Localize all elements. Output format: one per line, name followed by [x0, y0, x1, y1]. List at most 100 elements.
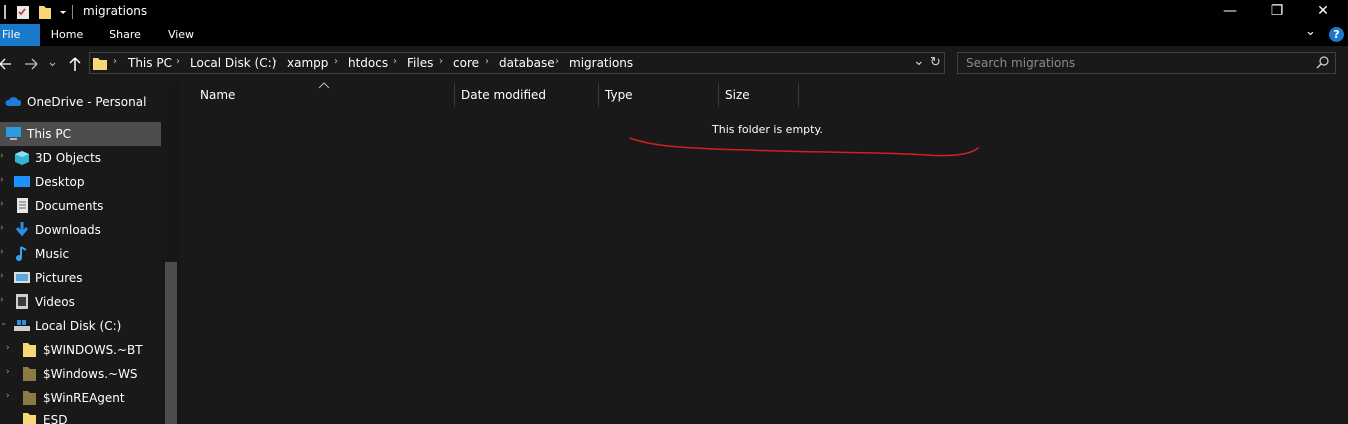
drive-icon: [14, 320, 30, 331]
sidebar-item-label: Downloads: [35, 223, 101, 237]
video-icon: [16, 294, 28, 309]
quick-access-toolbar: [4, 5, 73, 19]
column-divider[interactable]: [798, 83, 799, 107]
chevron-right-icon[interactable]: ›: [6, 367, 10, 377]
breadcrumb-htdocs[interactable]: htdocs: [348, 56, 388, 70]
chevron-down-icon[interactable]: [60, 11, 66, 14]
chevron-right-icon[interactable]: ›: [0, 271, 4, 281]
breadcrumb-database[interactable]: database: [499, 56, 555, 70]
sidebar-item-local-disk[interactable]: › Local Disk (C:): [0, 314, 161, 338]
nav-buttons: [0, 57, 81, 71]
back-arrow-icon[interactable]: [0, 58, 11, 70]
sidebar-item-windows-ws[interactable]: › $Windows.~WS: [0, 362, 161, 386]
up-arrow-icon[interactable]: [69, 57, 81, 71]
sidebar-item-label: $WinREAgent: [43, 391, 125, 405]
chevron-right-icon[interactable]: ›: [0, 199, 4, 209]
breadcrumb-xampp[interactable]: xampp: [287, 56, 328, 70]
sidebar-item-label: Documents: [35, 199, 104, 213]
sidebar-item-pictures[interactable]: › Pictures: [0, 266, 161, 290]
column-header-size[interactable]: Size: [725, 88, 750, 107]
tab-share[interactable]: Share: [104, 24, 146, 46]
tab-home[interactable]: Home: [47, 24, 87, 46]
chevron-right-icon[interactable]: ›: [0, 223, 4, 233]
minimize-button[interactable]: —: [1207, 0, 1253, 24]
tab-view[interactable]: View: [162, 24, 200, 46]
sidebar-item-label: Pictures: [35, 271, 83, 285]
chevron-right-icon[interactable]: ›: [439, 56, 443, 67]
expand-ribbon-icon[interactable]: ⌄: [1305, 25, 1321, 42]
chevron-right-icon[interactable]: ›: [485, 56, 489, 67]
window-title: migrations: [83, 4, 148, 18]
new-folder-icon[interactable]: [39, 6, 51, 19]
column-header-name[interactable]: Name: [200, 88, 235, 107]
sidebar-item-videos[interactable]: › Videos: [0, 290, 161, 314]
separator: [4, 5, 6, 19]
sidebar-item-documents[interactable]: › Documents: [0, 194, 161, 218]
scrollbar-thumb[interactable]: [165, 262, 177, 424]
folder-icon: [23, 343, 36, 357]
sidebar-item-label: 3D Objects: [35, 151, 102, 165]
chevron-right-icon[interactable]: ›: [0, 175, 4, 185]
close-button[interactable]: ✕: [1300, 0, 1346, 24]
column-divider[interactable]: [598, 83, 599, 107]
folder-icon: [23, 413, 36, 424]
chevron-down-icon[interactable]: ›: [0, 322, 8, 326]
refresh-icon[interactable]: ↻: [930, 55, 941, 70]
folder-icon: [23, 367, 36, 381]
cloud-icon: [5, 97, 21, 106]
picture-icon: [14, 272, 30, 283]
download-icon: [15, 222, 29, 237]
column-divider[interactable]: [718, 83, 719, 107]
sidebar-item-label: $WINDOWS.~BT: [43, 343, 143, 357]
sidebar-item-label: Local Disk (C:): [35, 319, 122, 333]
recent-locations-icon[interactable]: [49, 62, 56, 67]
search-icon[interactable]: [1316, 56, 1330, 70]
properties-icon[interactable]: [17, 6, 29, 19]
chevron-right-icon[interactable]: ›: [113, 56, 117, 67]
sidebar-item-label: Videos: [35, 295, 75, 309]
forward-arrow-icon[interactable]: [25, 58, 38, 70]
sidebar-item-3d-objects[interactable]: › 3D Objects: [0, 146, 161, 170]
sort-up-icon: [318, 82, 330, 89]
separator: [72, 5, 73, 19]
breadcrumb-this-pc[interactable]: This PC: [128, 56, 172, 70]
ribbon-bar: [0, 24, 1348, 46]
sidebar-item-onedrive[interactable]: OneDrive - Personal: [0, 90, 161, 114]
chevron-right-icon[interactable]: ›: [0, 151, 4, 161]
sidebar-item-label: This PC: [27, 127, 71, 141]
maximize-button[interactable]: ❐: [1254, 0, 1300, 24]
sidebar-item-windows-bt[interactable]: › $WINDOWS.~BT: [0, 338, 161, 362]
document-icon: [17, 198, 28, 213]
sidebar-item-esd[interactable]: ESD: [0, 408, 161, 424]
sidebar-item-label: ESD: [43, 413, 68, 424]
column-divider[interactable]: [454, 83, 455, 107]
column-header-type[interactable]: Type: [605, 88, 633, 107]
search-input[interactable]: Search migrations: [966, 56, 1075, 70]
sidebar-item-downloads[interactable]: › Downloads: [0, 218, 161, 242]
folder-icon: [93, 58, 107, 70]
sidebar-item-this-pc[interactable]: This PC: [0, 122, 161, 146]
breadcrumb-files[interactable]: Files: [407, 56, 433, 70]
chevron-right-icon[interactable]: ›: [176, 56, 180, 67]
address-dropdown-icon[interactable]: ⌄: [913, 53, 925, 69]
chevron-right-icon[interactable]: ›: [273, 56, 277, 67]
chevron-right-icon[interactable]: ›: [334, 56, 338, 67]
sidebar-item-desktop[interactable]: › Desktop: [0, 170, 161, 194]
chevron-right-icon[interactable]: ›: [555, 56, 559, 67]
chevron-right-icon[interactable]: ›: [6, 391, 10, 401]
tab-file[interactable]: File: [0, 24, 40, 46]
sidebar-item-music[interactable]: › Music: [0, 242, 161, 266]
breadcrumb-migrations[interactable]: migrations: [569, 56, 633, 70]
help-icon[interactable]: ?: [1329, 27, 1344, 42]
chevron-right-icon[interactable]: ›: [393, 56, 397, 67]
chevron-right-icon[interactable]: ›: [0, 295, 4, 305]
sidebar-item-label: Desktop: [35, 175, 85, 189]
breadcrumb-local-disk[interactable]: Local Disk (C:): [190, 56, 276, 70]
breadcrumb-core[interactable]: core: [453, 56, 479, 70]
column-header-date-modified[interactable]: Date modified: [461, 88, 546, 107]
chevron-right-icon[interactable]: ›: [0, 247, 4, 257]
chevron-right-icon[interactable]: ›: [6, 343, 10, 353]
red-underline-annotation: [629, 137, 979, 157]
sidebar-item-label: OneDrive - Personal: [27, 95, 147, 109]
sidebar-item-winreagent[interactable]: › $WinREAgent: [0, 386, 161, 410]
